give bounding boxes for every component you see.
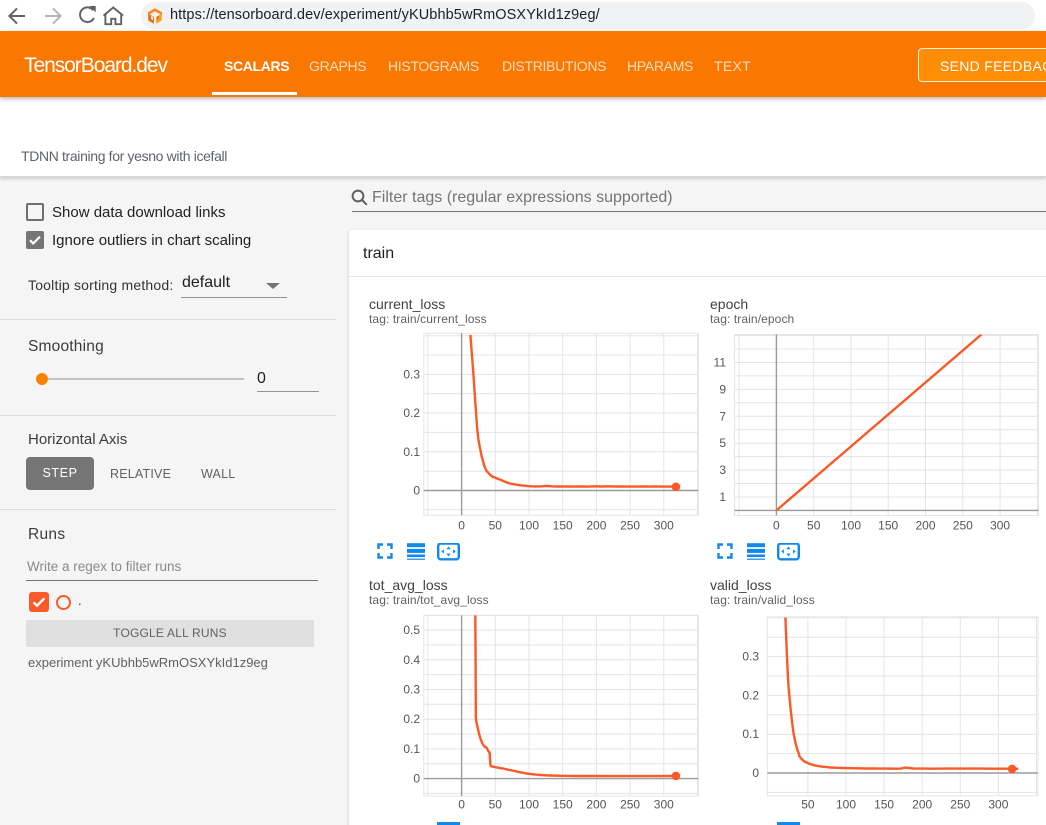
svg-text:100: 100 xyxy=(519,519,539,533)
svg-text:150: 150 xyxy=(553,798,573,812)
svg-text:5: 5 xyxy=(719,436,726,450)
svg-text:0.2: 0.2 xyxy=(742,688,759,702)
svg-text:0: 0 xyxy=(413,484,420,498)
svg-text:0: 0 xyxy=(458,798,465,812)
svg-text:9: 9 xyxy=(719,382,726,396)
svg-text:250: 250 xyxy=(950,798,970,812)
svg-text:0.3: 0.3 xyxy=(403,683,420,697)
svg-text:0: 0 xyxy=(458,519,465,533)
svg-text:0.1: 0.1 xyxy=(403,445,420,459)
svg-text:50: 50 xyxy=(489,519,503,533)
svg-text:50: 50 xyxy=(489,798,503,812)
svg-text:0: 0 xyxy=(773,519,780,533)
svg-text:0.1: 0.1 xyxy=(403,742,420,756)
svg-text:0.1: 0.1 xyxy=(742,727,759,741)
svg-text:300: 300 xyxy=(654,519,674,533)
svg-text:50: 50 xyxy=(801,798,815,812)
svg-text:200: 200 xyxy=(586,798,606,812)
svg-text:100: 100 xyxy=(836,798,856,812)
svg-text:0: 0 xyxy=(752,766,759,780)
svg-text:250: 250 xyxy=(953,519,973,533)
svg-text:0.2: 0.2 xyxy=(403,712,420,726)
svg-text:300: 300 xyxy=(654,798,674,812)
svg-text:50: 50 xyxy=(807,519,821,533)
svg-text:200: 200 xyxy=(586,519,606,533)
svg-text:250: 250 xyxy=(620,519,640,533)
svg-text:200: 200 xyxy=(915,519,935,533)
svg-text:100: 100 xyxy=(841,519,861,533)
svg-text:3: 3 xyxy=(719,463,726,477)
svg-text:0.4: 0.4 xyxy=(403,653,420,667)
svg-text:0.5: 0.5 xyxy=(403,623,420,637)
svg-text:1: 1 xyxy=(719,490,726,504)
svg-text:0.2: 0.2 xyxy=(403,406,420,420)
svg-text:250: 250 xyxy=(620,798,640,812)
svg-text:150: 150 xyxy=(874,798,894,812)
svg-text:0.3: 0.3 xyxy=(403,367,420,381)
svg-text:200: 200 xyxy=(912,798,932,812)
svg-text:150: 150 xyxy=(553,519,573,533)
svg-text:7: 7 xyxy=(719,409,726,423)
svg-text:300: 300 xyxy=(990,519,1010,533)
svg-text:100: 100 xyxy=(519,798,539,812)
svg-text:300: 300 xyxy=(988,798,1008,812)
svg-text:0.3: 0.3 xyxy=(742,650,759,664)
svg-text:0: 0 xyxy=(413,772,420,786)
svg-text:150: 150 xyxy=(878,519,898,533)
svg-text:11: 11 xyxy=(714,356,727,370)
